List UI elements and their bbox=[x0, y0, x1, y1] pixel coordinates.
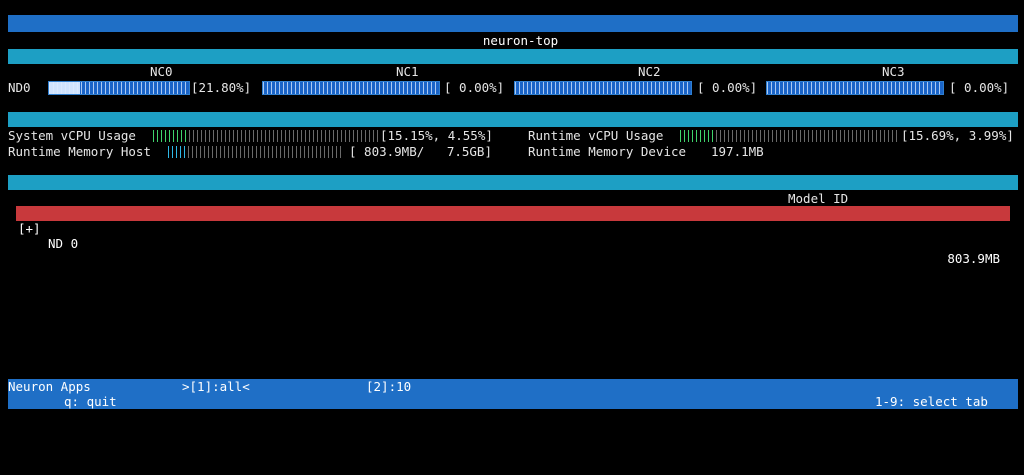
runtime-vcpu-label: Runtime vCPU Usage bbox=[528, 128, 664, 143]
util-bar-nc2 bbox=[514, 81, 692, 95]
memory-device-label: Runtime Memory Device bbox=[528, 144, 687, 159]
app-title: neuron-top bbox=[482, 33, 559, 48]
expand-toggle[interactable]: [+] bbox=[18, 221, 41, 236]
section-header-models: Loaded Models bbox=[8, 175, 1018, 205]
device-label: ND0 bbox=[8, 80, 31, 95]
memory-host-label: Runtime Memory Host bbox=[8, 144, 151, 159]
runtime-vcpu-fill bbox=[680, 130, 715, 142]
footer-title: Neuron Apps bbox=[8, 379, 91, 394]
system-vcpu-fill bbox=[153, 130, 188, 142]
core-label-nc0: NC0 bbox=[150, 64, 173, 79]
util-value-nc3: [ 0.00%] bbox=[949, 80, 1010, 95]
model-name: ND 0 bbox=[48, 236, 79, 251]
core-label-nc3: NC3 bbox=[882, 64, 905, 79]
memory-host-fill bbox=[168, 146, 187, 158]
memory-host-bar bbox=[168, 146, 344, 158]
footer-bar: Neuron Apps >[1]:all< [2]:10 q: quit 1-9… bbox=[8, 379, 1018, 409]
runtime-vcpu-bar bbox=[680, 130, 900, 142]
system-vcpu-bar bbox=[153, 130, 379, 142]
model-size: 803.9MB bbox=[947, 251, 1000, 266]
section-title: Loaded Models bbox=[23, 190, 121, 205]
model-row[interactable]: [+] ND 0 803.9MB bbox=[16, 206, 1010, 266]
core-label-nc2: NC2 bbox=[638, 64, 661, 79]
util-value-nc2: [ 0.00%] bbox=[697, 80, 758, 95]
section-header-utilization: NeuronCore Utilization bbox=[8, 49, 1018, 79]
core-label-nc1: NC1 bbox=[396, 64, 419, 79]
memory-host-value: [ 803.9MB/ 7.5GB] bbox=[349, 144, 492, 159]
section-header-vcpu: vCPU and Memory Info bbox=[8, 112, 1018, 142]
memory-device-value: 197.1MB bbox=[711, 144, 764, 159]
util-value-nc0: [21.80%] bbox=[191, 80, 252, 95]
window-title-bar: neuron-top bbox=[8, 15, 1018, 48]
util-bar-nc1 bbox=[262, 81, 440, 95]
quit-hint: q: quit bbox=[64, 394, 117, 409]
runtime-vcpu-value: [15.69%, 3.99%] bbox=[901, 128, 1014, 143]
tab-all[interactable]: >[1]:all< bbox=[182, 379, 250, 395]
util-value-nc1: [ 0.00%] bbox=[444, 80, 505, 95]
system-vcpu-label: System vCPU Usage bbox=[8, 128, 136, 143]
model-id-column-header: Model ID bbox=[788, 191, 849, 206]
util-bar-nc3 bbox=[766, 81, 944, 95]
util-bar-nc0 bbox=[48, 81, 190, 95]
select-tab-hint: 1-9: select tab bbox=[875, 394, 988, 409]
tab-10[interactable]: [2]:10 bbox=[366, 379, 411, 395]
system-vcpu-value: [15.15%, 4.55%] bbox=[380, 128, 493, 143]
